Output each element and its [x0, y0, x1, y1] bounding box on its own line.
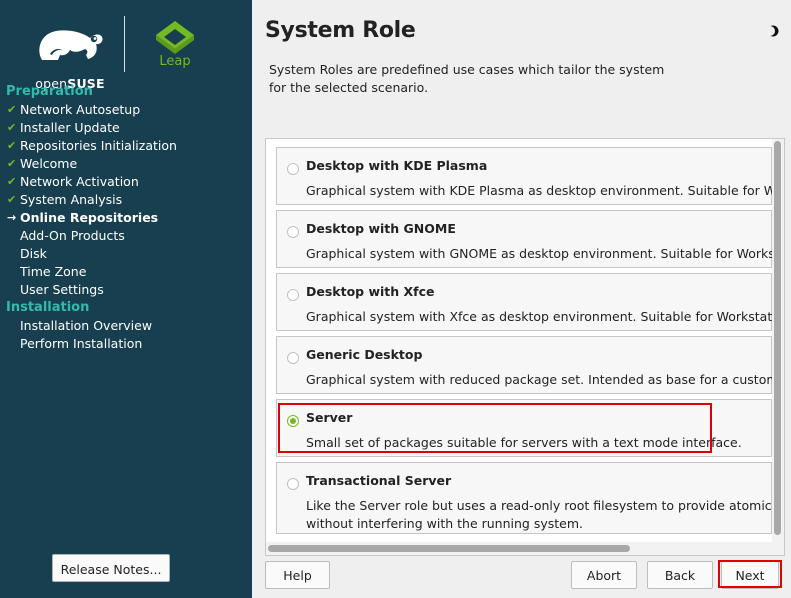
page-description: System Roles are predefined use cases wh… [269, 61, 669, 97]
role-title[interactable]: Desktop with GNOME [306, 221, 456, 236]
vertical-scrollbar-thumb[interactable] [774, 141, 781, 535]
sidebar-step-label: Welcome [20, 156, 78, 171]
role-description: Like the Server role but uses a read-onl… [306, 497, 776, 533]
role-radio-button[interactable] [287, 163, 299, 175]
sidebar-step: ✔ System Analysis [0, 191, 252, 209]
role-description: Graphical system with Xfce as desktop en… [306, 308, 776, 326]
role-description-line: Graphical system with Xfce as desktop en… [306, 309, 776, 324]
release-notes-button[interactable]: Release Notes... [52, 554, 170, 582]
sidebar-step-label: System Analysis [20, 192, 123, 207]
sidebar-step: ✔ Installer Update [0, 119, 252, 137]
role-title[interactable]: Generic Desktop [306, 347, 422, 362]
sidebar-step-label: Network Autosetup [20, 102, 141, 117]
next-button[interactable]: Next [721, 561, 779, 589]
logo-divider [124, 16, 125, 72]
system-role-option[interactable]: Transactional Server Like the Server role… [276, 462, 776, 534]
role-title[interactable]: Desktop with KDE Plasma [306, 158, 487, 173]
checkmark-icon: ✔ [7, 175, 17, 188]
system-role-option[interactable]: Generic Desktop Graphical system with red… [276, 336, 776, 394]
role-description-line: Graphical system with KDE Plasma as desk… [306, 183, 776, 198]
back-button[interactable]: Back [647, 561, 713, 589]
role-radio-button[interactable] [287, 289, 299, 301]
role-description: Small set of packages suitable for serve… [306, 434, 776, 452]
role-description: Graphical system with KDE Plasma as desk… [306, 182, 776, 200]
leap-logo: Leap [150, 20, 200, 72]
role-description: Graphical system with GNOME as desktop e… [306, 245, 776, 263]
arrow-right-icon: → [7, 211, 17, 224]
horizontal-scrollbar-thumb[interactable] [268, 545, 630, 552]
system-role-option[interactable]: Server Small set of packages suitable for… [276, 399, 772, 457]
role-radio-button[interactable] [287, 478, 299, 490]
sidebar-section-title: Preparation [6, 84, 93, 99]
sidebar-step: ✔ Repositories Initialization [0, 137, 252, 155]
description-line: for the selected scenario. [269, 80, 429, 95]
role-title[interactable]: Desktop with Xfce [306, 284, 435, 299]
sidebar-section-title: Installation [6, 300, 90, 315]
sidebar-step: Add-On Products [0, 227, 252, 245]
description-line: System Roles are predefined use cases wh… [269, 62, 665, 77]
sidebar-step: Time Zone [0, 263, 252, 281]
role-title[interactable]: Server [306, 410, 352, 425]
sidebar-step-label: Installation Overview [20, 318, 153, 333]
role-description-line: Small set of packages suitable for serve… [306, 435, 742, 450]
sidebar-step-label: Add-On Products [20, 228, 125, 243]
sidebar-step: ✔ Network Autosetup [0, 101, 252, 119]
sidebar-step-label: Online Repositories [20, 210, 159, 225]
system-roles-list: Desktop with KDE Plasma Graphical system … [265, 138, 785, 556]
leap-icon [156, 21, 194, 54]
help-button[interactable]: Help [265, 561, 330, 589]
half-moon-icon[interactable] [765, 24, 780, 38]
role-title[interactable]: Transactional Server [306, 473, 451, 488]
sidebar-step-label: Time Zone [20, 264, 87, 279]
role-radio-button[interactable] [287, 352, 299, 364]
checkmark-icon: ✔ [7, 103, 17, 116]
role-radio-button[interactable] [287, 415, 299, 427]
system-role-option[interactable]: Desktop with GNOME Graphical system with … [276, 210, 776, 268]
role-description-line: Like the Server role but uses a read-onl… [306, 498, 776, 513]
role-radio-button[interactable] [287, 226, 299, 238]
sidebar-step: Perform Installation [0, 335, 252, 353]
opensuse-logo: openSUSE [30, 20, 110, 92]
sidebar-step: ✔ Welcome [0, 155, 252, 173]
installation-steps: Preparation ✔ Network Autosetup ✔ Installer … [0, 83, 252, 353]
sidebar-step-label: Repositories Initialization [20, 138, 177, 153]
sidebar-step-label: User Settings [20, 282, 104, 297]
abort-button[interactable]: Abort [571, 561, 637, 589]
role-description-line: Graphical system with GNOME as desktop e… [306, 246, 776, 261]
system-role-option[interactable]: Desktop with Xfce Graphical system with X… [276, 273, 776, 331]
sidebar-step: User Settings [0, 281, 252, 299]
sidebar-step: Disk [0, 245, 252, 263]
role-description-line: Graphical system with reduced package se… [306, 372, 776, 387]
chameleon-icon [39, 30, 103, 60]
role-description-line: without interfering with the running sys… [306, 516, 583, 531]
checkmark-icon: ✔ [7, 139, 17, 152]
sidebar: openSUSE Leap Preparation ✔ Network Autose… [0, 0, 252, 598]
sidebar-step-label: Perform Installation [20, 336, 143, 351]
leap-wordmark: Leap [159, 54, 191, 69]
sidebar-step: → Online Repositories [0, 209, 252, 227]
system-role-option[interactable]: Desktop with KDE Plasma Graphical system … [276, 147, 776, 205]
sidebar-step-label: Disk [20, 246, 47, 261]
page-title: System Role [265, 18, 416, 43]
sidebar-step: ✔ Network Activation [0, 173, 252, 191]
checkmark-icon: ✔ [7, 121, 17, 134]
sidebar-step: Installation Overview [0, 317, 252, 335]
checkmark-icon: ✔ [7, 193, 17, 206]
sidebar-step-label: Network Activation [20, 174, 139, 189]
role-description: Graphical system with reduced package se… [306, 371, 776, 389]
checkmark-icon: ✔ [7, 157, 17, 170]
sidebar-step-label: Installer Update [20, 120, 120, 135]
